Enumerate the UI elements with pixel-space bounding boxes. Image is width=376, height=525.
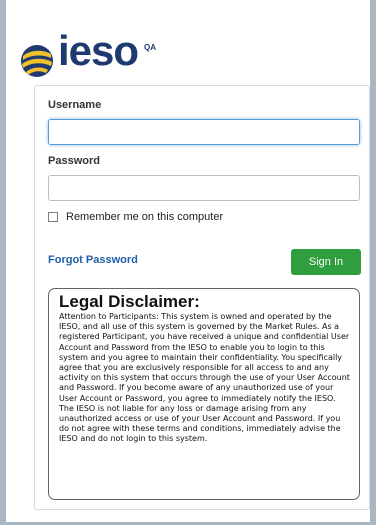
disclaimer-body: Attention to Participants: This system i… bbox=[59, 312, 350, 444]
password-label: Password bbox=[48, 155, 100, 167]
disclaimer-title: Legal Disclaimer: bbox=[59, 292, 200, 311]
remember-me-row[interactable]: Remember me on this computer bbox=[48, 211, 223, 223]
forgot-password-link[interactable]: Forgot Password bbox=[48, 254, 138, 266]
environment-tag: QA bbox=[144, 43, 157, 52]
checkbox-icon[interactable] bbox=[48, 212, 58, 222]
username-label: Username bbox=[48, 99, 102, 111]
password-input[interactable] bbox=[48, 175, 360, 201]
remember-me-label: Remember me on this computer bbox=[66, 211, 224, 223]
header: ieso QA bbox=[20, 18, 156, 78]
login-panel: Username Password Remember me on this co… bbox=[34, 85, 370, 510]
legal-disclaimer-box: Legal Disclaimer: Attention to Participa… bbox=[48, 288, 360, 500]
login-window: ieso QA Username Password Remember me on… bbox=[0, 0, 376, 525]
username-input[interactable] bbox=[48, 119, 360, 145]
brand-name: ieso bbox=[58, 27, 139, 74]
sign-in-button[interactable]: Sign In bbox=[291, 249, 361, 275]
ieso-globe-logo-icon bbox=[21, 45, 53, 77]
